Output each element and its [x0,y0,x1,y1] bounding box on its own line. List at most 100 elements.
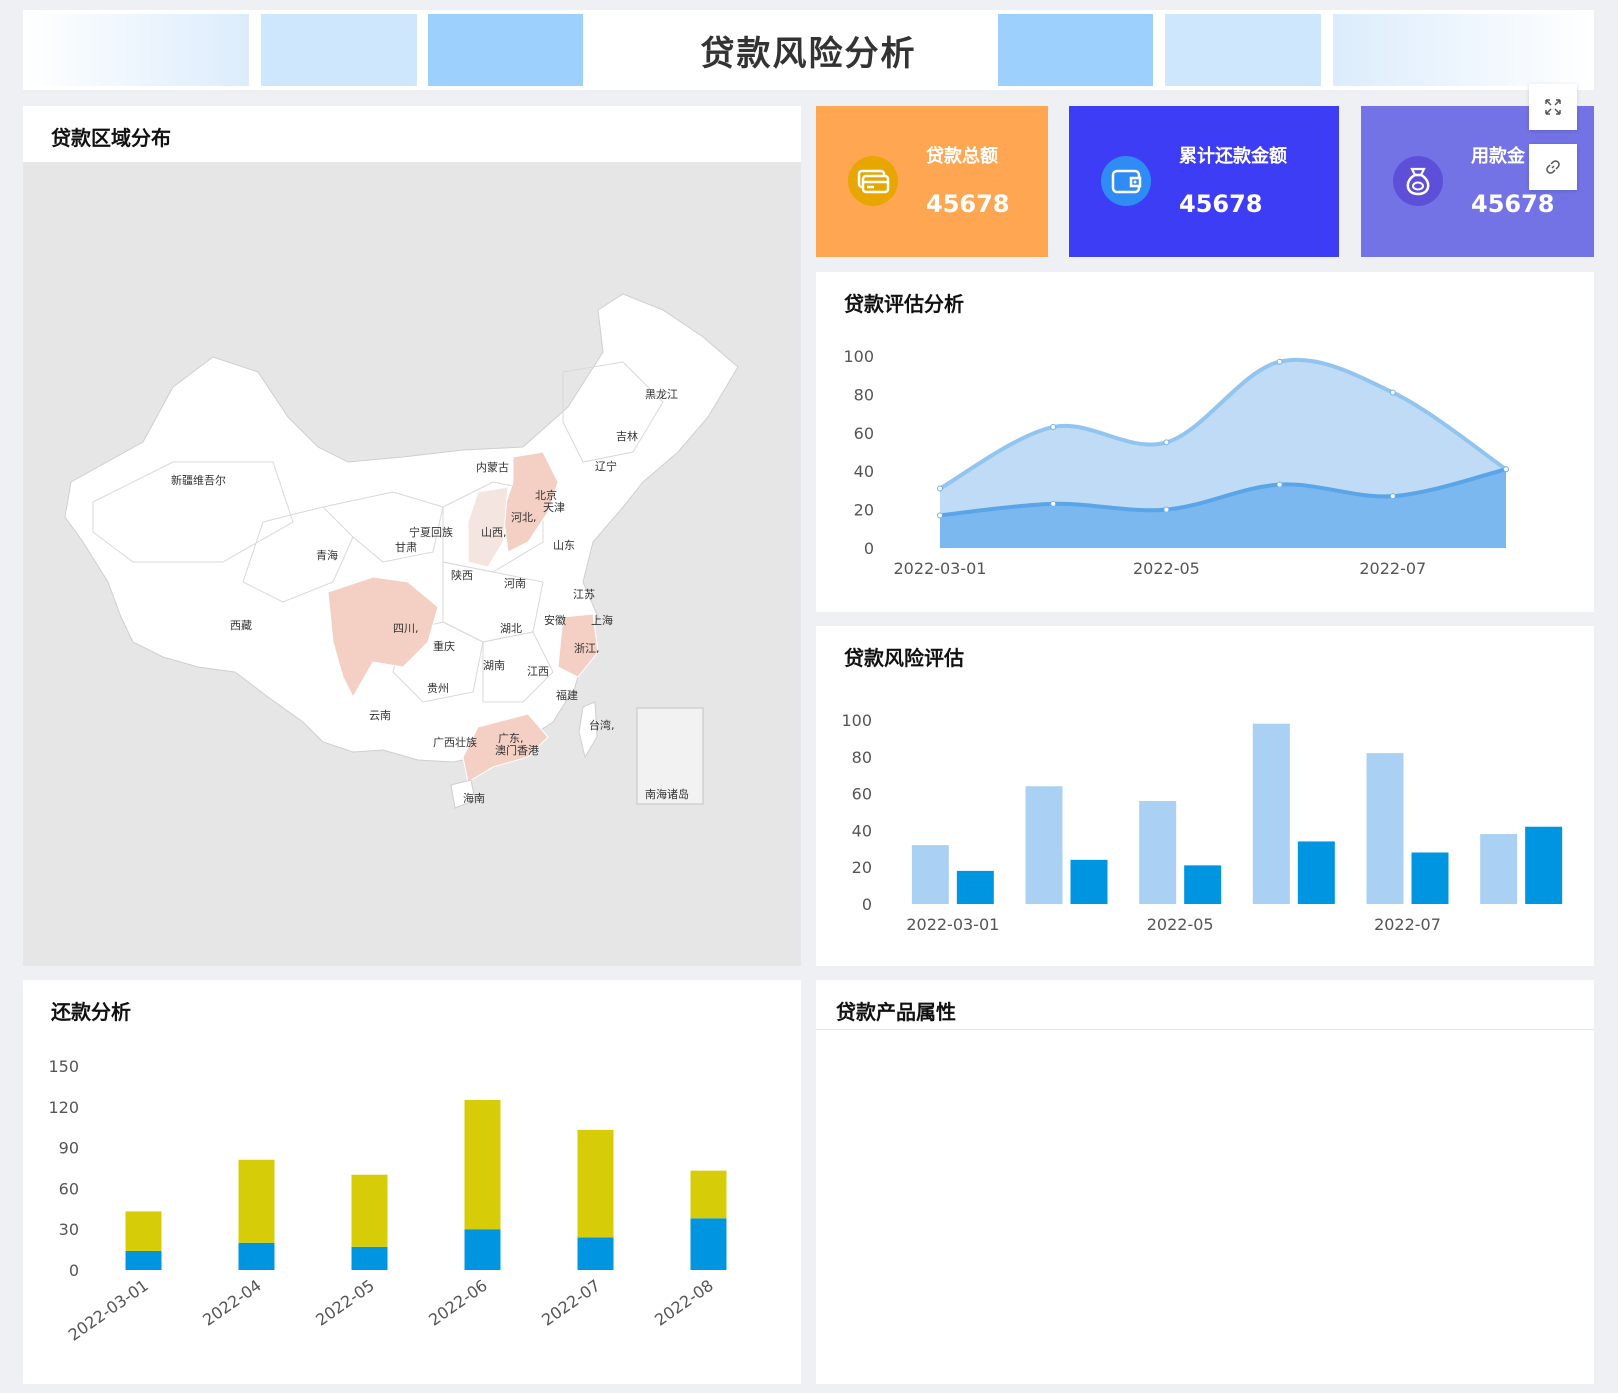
stacked-bar-series-2 [351,1174,388,1247]
stacked-bar-series-1 [690,1218,727,1270]
data-point [1050,424,1057,431]
y-tick-label: 90 [59,1139,79,1158]
province-label: 辽宁 [595,460,617,473]
stat-label: 累计还款金额 [1179,146,1287,167]
panel-divider [816,1029,1594,1030]
stat-card-cumulative-repayment: 累计还款金额 45678 [1069,106,1339,257]
stacked-bar-series-2 [125,1211,162,1251]
y-tick-label: 100 [841,711,872,730]
x-tick-label: 2022-07 [538,1276,604,1330]
province-label: 台湾, [589,719,615,732]
province-label: 陕西 [451,569,473,582]
x-tick-label: 2022-05 [312,1276,378,1330]
stat-card-total-loan: 贷款总额 45678 [816,106,1048,257]
product-title: 贷款产品属性 [836,1000,956,1024]
bar-series-2 [1525,826,1563,904]
stat-label: 贷款总额 [926,146,998,167]
y-tick-label: 0 [69,1261,79,1280]
data-point [937,485,943,492]
x-tick-label: 2022-07 [1374,915,1441,934]
y-tick-label: 20 [852,858,872,877]
link-button[interactable] [1529,144,1577,190]
x-tick-label: 2022-03-01 [65,1276,152,1345]
product-attributes-panel: 贷款产品属性 [816,980,1594,1384]
data-point [1389,389,1396,396]
bar-series-1 [1025,786,1063,904]
province-label: 安徽 [544,614,566,627]
page-title: 贷款风险分析 [700,34,917,74]
province-label: 山西, [481,526,507,539]
province-label: 青海 [316,549,338,562]
china-map-shape [64,293,739,809]
money-bag-icon [1393,156,1443,206]
province-label: 河北, [511,511,537,524]
stacked-bar-series-1 [238,1242,275,1270]
bar-series-1 [1480,834,1518,904]
data-point [937,512,943,519]
data-point [1163,439,1170,446]
credit-card-icon [848,156,898,206]
bar-series-1 [1366,753,1404,904]
y-tick-label: 60 [59,1179,79,1198]
wallet-icon [1101,156,1151,206]
x-tick-label: 2022-03-01 [894,559,987,578]
province-label: 甘肃 [395,541,417,554]
repayment-stacked-chart: 0 30 60 90 120 150 2022-03-01 2022-04 2022-05 202… [48,1057,727,1345]
bar-series-1 [1139,800,1177,904]
province-label: 上海 [591,614,613,627]
province-label: 河南 [504,577,526,590]
y-tick-label: 80 [852,748,872,767]
map-panel: 贷款区域分布 黑龙江 吉林 辽宁 内蒙古 新疆维吾尔 北京 天津 河北, 山西,… [23,106,801,966]
province-label: 山东 [553,539,575,552]
province-label: 黑龙江 [645,388,678,401]
y-tick-label: 100 [843,347,874,366]
assessment-chart-panel: 贷款评估分析 0 20 40 60 80 100 2022-03-01 2022-05 2022… [816,272,1594,612]
province-label: 吉林 [616,430,638,443]
repayment-title: 还款分析 [51,1000,131,1024]
page-header: 贷款风险分析 [23,10,1594,90]
province-label: 广西壮族 [433,736,477,749]
province-label: 西藏 [230,619,252,632]
map-landmass [64,293,739,763]
province-label: 海南 [463,792,485,805]
province-label: 江西 [527,665,549,678]
data-point [1503,466,1509,473]
province-label: 四川, [393,622,419,635]
data-point [1276,481,1283,488]
stacked-bar-series-2 [690,1170,727,1219]
data-point [1050,500,1057,507]
x-tick-label: 2022-05 [1133,559,1200,578]
stacked-bar-series-2 [238,1159,275,1243]
stacked-bar-series-2 [464,1099,501,1230]
assessment-title: 贷款评估分析 [844,292,964,316]
bar-series-2 [1184,865,1222,904]
bar-series-1 [911,845,949,904]
stat-value: 45678 [1179,190,1263,218]
repayment-chart-panel: 还款分析 0 30 60 90 120 150 2022-03-01 2022-04 2022-… [23,980,801,1384]
stacked-bar-series-1 [125,1250,162,1270]
stat-label: 用款金 [1471,146,1525,167]
y-tick-label: 150 [48,1057,79,1076]
stat-value: 45678 [926,190,1010,218]
stacked-bar-series-1 [464,1229,501,1270]
province-label: 贵州 [427,682,449,695]
map-title: 贷款区域分布 [51,126,171,150]
expand-button[interactable] [1529,84,1577,130]
x-tick-label: 2022-04 [199,1276,265,1330]
data-point [1163,506,1170,513]
y-tick-label: 120 [48,1098,79,1117]
bar-series-2 [956,870,994,904]
y-tick-label: 40 [852,821,872,840]
province-label: 南海诸岛 [645,788,689,801]
province-label: 天津 [543,501,565,514]
china-map[interactable]: 黑龙江 吉林 辽宁 内蒙古 新疆维吾尔 北京 天津 河北, 山西, 宁夏回族 甘… [23,162,801,966]
bar-series-2 [1411,852,1449,904]
province-label: 江苏 [573,588,595,601]
expand-icon [1545,99,1561,115]
province-label: 湖北 [500,622,522,635]
province-label: 宁夏回族 [409,526,453,539]
risk-bar-chart: 0 20 40 60 80 100 2022-03-01 2022-05 2022-07 [841,711,1563,934]
province-label: 浙江, [574,642,600,655]
x-tick-label: 2022-07 [1359,559,1426,578]
y-tick-label: 60 [852,785,872,804]
